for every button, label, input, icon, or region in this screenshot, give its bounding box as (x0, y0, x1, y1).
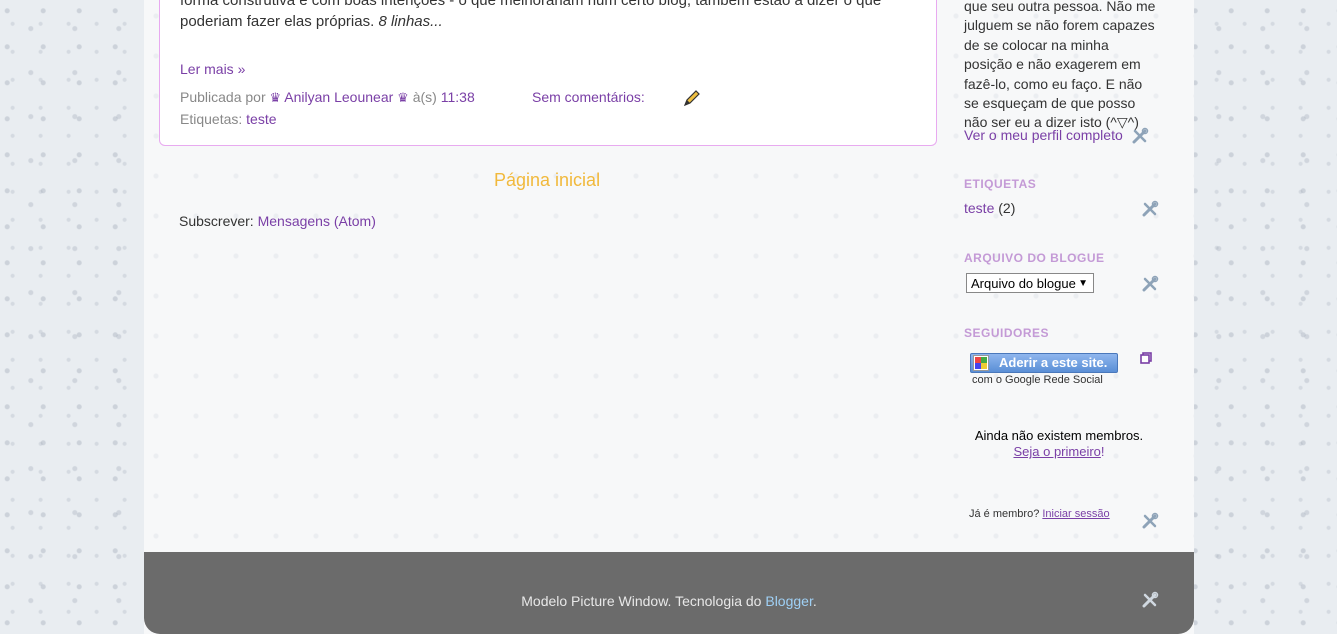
google-icon (973, 355, 989, 371)
label-list-item: teste (2) (964, 200, 1015, 216)
about-line: se esqueçam de que posso (964, 95, 1136, 112)
at-label: à(s) (412, 89, 437, 105)
no-members-text: Ainda não existem membros. (974, 428, 1144, 443)
labels-prefix: Etiquetas: (180, 111, 243, 127)
join-site-button[interactable]: Aderir a este site. (970, 353, 1118, 373)
archive-select[interactable]: Arquivo do blogue ▼ (966, 273, 1094, 293)
label-count: (2) (998, 200, 1016, 216)
read-more-link[interactable]: Ler mais » (180, 61, 245, 77)
credit-prefix: Modelo Picture Window. Tecnologia do (521, 593, 762, 609)
subscribe-prefix: Subscrever: (179, 213, 254, 229)
wrench-tools-icon[interactable] (1140, 511, 1160, 531)
crown-icon: ♛ (397, 90, 409, 105)
archive-widget-title: ARQUIVO DO BLOGUE (964, 251, 1105, 265)
post-byline: Publicada por ♛ Anilyan Leounear ♛ à(s) … (180, 89, 475, 106)
followers-widget-title: SEGUIDORES (964, 326, 1050, 340)
excerpt-count: 8 linhas... (378, 13, 443, 30)
page-content: forma construtiva e com boas intenções -… (144, 0, 1194, 634)
label-link[interactable]: teste (246, 111, 276, 127)
about-line: de se colocar na minha (964, 36, 1109, 53)
about-line: julguem se não forem capazes (964, 17, 1155, 34)
wrench-tools-icon[interactable] (1140, 199, 1160, 219)
sign-in-link[interactable]: Iniciar sessão (1042, 508, 1109, 520)
post-text-line1: forma construtiva e com boas intenções -… (180, 0, 882, 9)
dropdown-arrow-icon: ▼ (1078, 278, 1088, 289)
archive-select-value: Arquivo do blogue (971, 276, 1076, 291)
popout-icon[interactable] (1140, 352, 1152, 364)
wrench-tools-icon[interactable] (1140, 274, 1160, 294)
subscribe-line: Subscrever: Mensagens (Atom) (179, 213, 376, 229)
be-first-line: Seja o primeiro! (964, 444, 1154, 459)
credit-suffix: . (812, 593, 817, 609)
post-labels: Etiquetas: teste (180, 111, 277, 127)
labels-widget-title: ETIQUETAS (964, 177, 1037, 191)
footer-credit: Modelo Picture Window. Tecnologia do Blo… (144, 593, 1194, 609)
blog-post: forma construtiva e com boas intenções -… (159, 0, 937, 146)
home-link[interactable]: Página inicial (494, 170, 600, 191)
about-me-text: que seu outra pessoa. Não me julguem se … (964, 0, 1164, 133)
published-by-label: Publicada por (180, 89, 266, 105)
label-link[interactable]: teste (964, 200, 994, 216)
page-footer: Modelo Picture Window. Tecnologia do Blo… (144, 552, 1194, 634)
about-line: posição e não exagerem em (964, 56, 1141, 73)
already-member-label: Já é membro? (969, 508, 1040, 520)
wrench-tools-icon[interactable] (1130, 126, 1150, 146)
join-sub-label: com o Google Rede Social (972, 374, 1103, 386)
edit-pencil-icon[interactable] (682, 88, 702, 108)
about-line: fazê-lo, como eu faço. E não (964, 75, 1143, 92)
wrench-tools-icon[interactable] (1140, 590, 1160, 610)
blogger-link[interactable]: Blogger (765, 593, 812, 609)
author-link[interactable]: Anilyan Leounear (284, 89, 393, 105)
join-site-label: Aderir a este site. (999, 355, 1108, 370)
comments-link[interactable]: Sem comentários: (532, 89, 645, 105)
view-profile-link[interactable]: Ver o meu perfil completo (964, 127, 1123, 143)
post-time-link[interactable]: 11:38 (441, 89, 475, 105)
be-first-link[interactable]: Seja o primeiro (1013, 444, 1100, 459)
post-excerpt: forma construtiva e com boas intenções -… (180, 0, 918, 32)
about-line: que seu outra pessoa. Não me (964, 0, 1156, 14)
subscribe-atom-link[interactable]: Mensagens (Atom) (258, 213, 376, 229)
be-first-suffix: ! (1100, 444, 1105, 459)
post-text-line2: poderiam fazer elas próprias. (180, 13, 375, 30)
already-member-line: Já é membro? Iniciar sessão (969, 508, 1110, 520)
crown-icon: ♛ (269, 90, 282, 105)
